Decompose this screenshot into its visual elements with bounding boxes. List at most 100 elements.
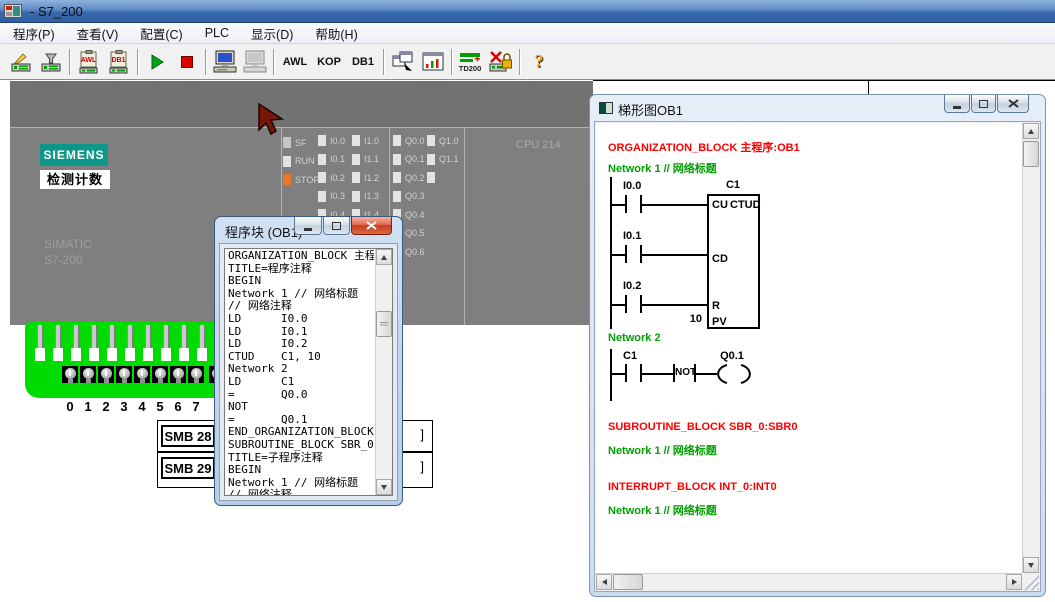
switch-number: 1 [79, 399, 97, 414]
io-led [393, 172, 401, 183]
db1-view-button[interactable]: DB1 [346, 50, 380, 74]
network1-label: Network 1 // 网络标题 [608, 160, 717, 176]
window-titlebar[interactable]: - S7_200 [0, 0, 1055, 23]
contact-symbol [625, 195, 627, 213]
cascade-windows-icon[interactable] [388, 48, 418, 76]
wire [610, 304, 625, 306]
io-led-label: Q0.3 [405, 191, 425, 201]
counter-block: CU CTUD CD R PV [707, 194, 760, 329]
status-led-row: SF [283, 137, 319, 148]
menu-item[interactable]: 查看(V) [66, 22, 130, 45]
io-led [393, 135, 401, 146]
wire [642, 204, 707, 206]
awl-view-button[interactable]: AWL [278, 50, 312, 74]
scroll-down-button[interactable] [1023, 557, 1039, 573]
coil-symbol [717, 363, 751, 385]
status-led-label: SF [295, 138, 307, 148]
scroll-right-button[interactable] [1006, 574, 1022, 590]
program-build-icon[interactable] [36, 48, 66, 76]
int-block-header: INTERRUPT_BLOCK INT_0:INT0 [608, 481, 777, 493]
menu-item[interactable]: 帮助(H) [304, 22, 368, 45]
menu-item[interactable]: 配置(C) [129, 22, 193, 45]
code-vertical-scrollbar[interactable] [375, 249, 392, 495]
window-title: - S7_200 [30, 4, 83, 19]
status-led [283, 174, 291, 185]
toolbar-separator [69, 49, 71, 75]
wire [642, 373, 673, 375]
close-button[interactable] [351, 217, 392, 235]
minimize-button[interactable] [294, 217, 322, 235]
clipboard-awl-icon[interactable]: AWL [74, 48, 104, 76]
pv-value-label: 10 [684, 313, 702, 325]
bulb-icon [152, 366, 168, 383]
switch-number: 4 [133, 399, 151, 414]
int-network1-label: Network 1 // 网络标题 [608, 502, 717, 518]
power-rail [610, 177, 612, 329]
switch-number: 6 [169, 399, 187, 414]
scroll-left-button[interactable] [596, 574, 612, 590]
status-led-column: SF RUN STOP [283, 137, 319, 185]
close-icon [366, 221, 377, 230]
app-icon [4, 4, 22, 19]
menu-bar: 程序(P)查看(V)配置(C)PLC显示(D)帮助(H) [0, 23, 1055, 44]
stop-icon[interactable] [172, 48, 202, 76]
kop-view-button[interactable]: KOP [312, 50, 346, 74]
io-led [427, 135, 435, 146]
menu-item[interactable]: PLC [194, 24, 240, 42]
resize-grip[interactable] [1022, 574, 1039, 590]
smb29-bracket: ] [420, 459, 424, 474]
io-led-label: I1.2 [364, 173, 379, 183]
scroll-thumb[interactable] [613, 574, 643, 590]
io-led [427, 154, 435, 165]
scroll-up-button[interactable] [1023, 123, 1039, 139]
close-icon [1008, 99, 1019, 108]
coil-label: Q0.1 [712, 350, 752, 362]
scroll-thumb[interactable] [1023, 141, 1039, 167]
io-led-row: Q0.1 [393, 154, 425, 165]
program-edit-icon[interactable] [6, 48, 36, 76]
io-led-label: Q0.5 [405, 228, 425, 238]
help-icon[interactable]: ? [524, 48, 554, 76]
io-led-label: Q0.1 [405, 154, 425, 164]
minimize-button[interactable] [944, 95, 970, 113]
io-led-row: I1.3 [352, 191, 379, 202]
monitor-online-icon[interactable] [210, 48, 240, 76]
menu-item[interactable]: 显示(D) [240, 22, 304, 45]
wire [696, 373, 717, 375]
status-led-label: RUN [295, 156, 315, 166]
ladder-canvas[interactable]: ORGANIZATION_BLOCK 主程序:OB1 Network 1 // … [596, 123, 1024, 575]
io-led-row: I0.2 [318, 172, 345, 183]
stl-code-area[interactable]: ORGANIZATION_BLOCK 主程序:OB1 TITLE=程序注释 BE… [224, 248, 393, 496]
maximize-button[interactable] [323, 217, 350, 235]
io-led-row: I1.1 [352, 154, 379, 165]
io-led-label: Q0.6 [405, 247, 425, 257]
scroll-down-button[interactable] [376, 479, 392, 495]
ladder-vertical-scrollbar[interactable] [1022, 123, 1039, 573]
io-led [318, 154, 326, 165]
ladder-horizontal-scrollbar[interactable] [596, 573, 1022, 590]
not-label: NOT [675, 367, 694, 378]
close-button[interactable] [997, 95, 1029, 113]
ladder-window-title: 梯形图OB1 [618, 100, 683, 119]
td200-icon[interactable]: TD200 [456, 48, 486, 76]
monitor-offline-icon[interactable] [240, 48, 270, 76]
run-icon[interactable] [142, 48, 172, 76]
pin-pv: PV [712, 316, 727, 328]
status-chart-icon[interactable] [418, 48, 448, 76]
wire [610, 373, 625, 375]
toolbar-separator [137, 49, 139, 75]
svg-text:AWL: AWL [81, 57, 97, 64]
bulb-icon [134, 366, 150, 383]
lock-icon[interactable] [486, 48, 516, 76]
contact-symbol [625, 364, 627, 382]
clipboard-db1-icon[interactable]: DB1 [104, 48, 134, 76]
switch-number-row: 01234567 [61, 399, 205, 414]
scroll-up-button[interactable] [376, 249, 392, 265]
stl-code-text[interactable]: ORGANIZATION_BLOCK 主程序:OB1 TITLE=程序注释 BE… [226, 250, 374, 495]
io-led-label: I1.3 [364, 191, 379, 201]
io-led-row: Q0.0 [393, 135, 425, 146]
maximize-button[interactable] [971, 95, 996, 113]
pin-cd: CD [712, 253, 728, 265]
scroll-thumb[interactable] [376, 311, 392, 337]
menu-item[interactable]: 程序(P) [2, 22, 66, 45]
